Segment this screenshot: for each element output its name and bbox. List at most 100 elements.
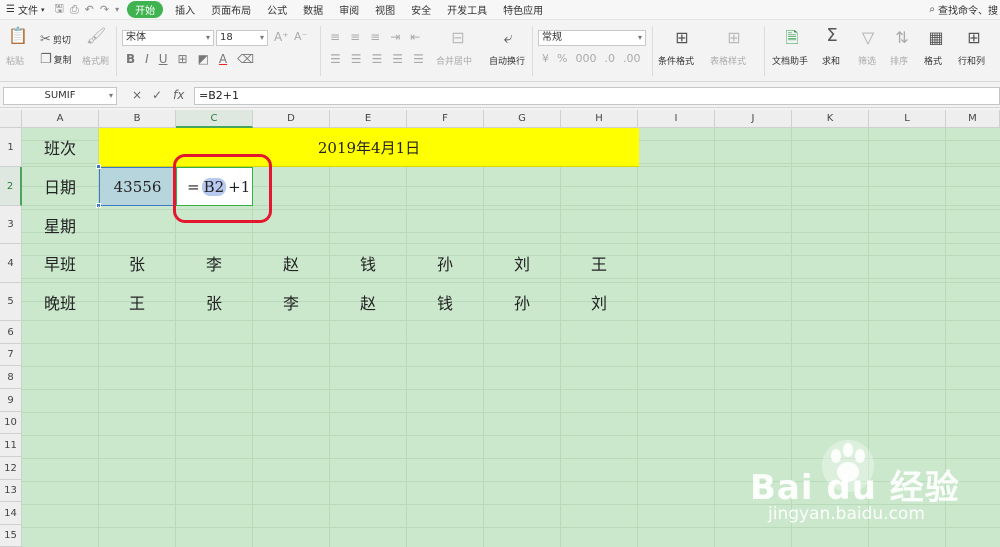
column-header-h[interactable]: H	[561, 110, 638, 128]
cell-c4[interactable]: 李	[176, 244, 253, 283]
merge-center-button[interactable]: 合并居中	[436, 54, 472, 67]
column-header-e[interactable]: E	[330, 110, 407, 128]
tab-home[interactable]: 开始	[127, 1, 164, 18]
column-header-k[interactable]: K	[792, 110, 869, 128]
doc-helper-button[interactable]: 文档助手	[772, 54, 808, 67]
column-header-m[interactable]: M	[946, 110, 1000, 128]
align-right-icon[interactable]: ☰	[372, 52, 383, 66]
sum-button[interactable]: 求和	[822, 54, 840, 67]
tab-special[interactable]: 特色应用	[495, 2, 551, 17]
cell-e5[interactable]: 赵	[330, 283, 407, 321]
row-header-6[interactable]: 6	[0, 321, 22, 344]
cell-f5[interactable]: 钱	[407, 283, 484, 321]
command-search[interactable]: ⌕ 查找命令、搜	[929, 2, 1000, 17]
file-menu[interactable]: ☰ 文件 ▾	[0, 2, 50, 17]
cell-c5[interactable]: 张	[176, 283, 253, 321]
formula-input[interactable]: =B2+1	[194, 87, 1000, 105]
cell-a3[interactable]: 星期	[22, 206, 99, 244]
cell-b4[interactable]: 张	[99, 244, 176, 283]
tab-developer[interactable]: 开发工具	[439, 2, 495, 17]
column-header-d[interactable]: D	[253, 110, 330, 128]
cell-e4[interactable]: 钱	[330, 244, 407, 283]
table-style-button[interactable]: 表格样式	[710, 54, 746, 67]
font-name-select[interactable]: 宋体 ▾	[122, 30, 214, 46]
border-icon[interactable]: ⊞	[178, 52, 188, 66]
cell-d5[interactable]: 李	[253, 283, 330, 321]
number-format-select[interactable]: 常规 ▾	[538, 30, 646, 46]
cell-b2[interactable]: 43556	[99, 167, 176, 206]
cut-button[interactable]: ✂ 剪切	[40, 32, 71, 47]
cancel-icon[interactable]: ×	[132, 88, 142, 102]
copy-button[interactable]: ❐ 复制	[40, 52, 72, 67]
save-icon[interactable]: 🖫	[54, 0, 63, 19]
tab-page-layout[interactable]: 页面布局	[203, 2, 259, 17]
font-size-select[interactable]: 18 ▾	[216, 30, 268, 46]
row-header-13[interactable]: 13	[0, 480, 22, 502]
distribute-icon[interactable]: ☰	[413, 52, 424, 66]
percent-icon[interactable]: %	[557, 52, 567, 65]
row-header-14[interactable]: 14	[0, 502, 22, 525]
italic-icon[interactable]: I	[145, 52, 149, 66]
column-header-j[interactable]: J	[715, 110, 792, 128]
select-all-corner[interactable]	[0, 110, 22, 128]
bold-icon[interactable]: B	[126, 52, 135, 66]
align-top-icon[interactable]: ≡	[330, 30, 340, 44]
row-header-5[interactable]: 5	[0, 283, 22, 321]
chevron-down-icon[interactable]: ▾	[115, 5, 119, 14]
justify-icon[interactable]: ☰	[392, 52, 403, 66]
name-box[interactable]: SUMIF ▾	[3, 87, 117, 105]
align-left-icon[interactable]: ☰	[330, 52, 341, 66]
column-header-c[interactable]: C	[176, 110, 253, 128]
row-header-8[interactable]: 8	[0, 366, 22, 389]
column-header-g[interactable]: G	[484, 110, 561, 128]
tab-view[interactable]: 视图	[367, 2, 403, 17]
filter-button[interactable]: 筛选	[858, 54, 876, 67]
cell-h5[interactable]: 刘	[561, 283, 638, 321]
sort-button[interactable]: 排序	[890, 54, 908, 67]
selection-handle[interactable]	[96, 164, 101, 169]
increase-decimal-icon[interactable]: .0	[604, 52, 615, 65]
cell-f4[interactable]: 孙	[407, 244, 484, 283]
increase-font-icon[interactable]: A⁺	[274, 30, 289, 44]
paste-button[interactable]: 粘贴	[6, 54, 24, 67]
cell-b5[interactable]: 王	[99, 283, 176, 321]
row-header-4[interactable]: 4	[0, 244, 22, 283]
row-header-9[interactable]: 9	[0, 389, 22, 412]
row-header-10[interactable]: 10	[0, 412, 22, 434]
fill-color-icon[interactable]: ◩	[198, 52, 209, 66]
row-header-3[interactable]: 3	[0, 206, 22, 244]
undo-icon[interactable]: ↶	[85, 3, 94, 16]
tab-formulas[interactable]: 公式	[259, 2, 295, 17]
wrap-text-button[interactable]: 自动换行	[489, 54, 525, 67]
row-header-2[interactable]: 2	[0, 167, 22, 206]
redo-icon[interactable]: ↷	[100, 3, 109, 16]
cell-a4[interactable]: 早班	[22, 244, 99, 283]
cell-a2[interactable]: 日期	[22, 167, 99, 206]
conditional-format-button[interactable]: 条件格式	[658, 54, 694, 67]
row-header-7[interactable]: 7	[0, 344, 22, 366]
column-header-f[interactable]: F	[407, 110, 484, 128]
print-icon[interactable]: ⎙	[70, 3, 79, 17]
row-header-12[interactable]: 12	[0, 457, 22, 480]
confirm-icon[interactable]: ✓	[152, 88, 162, 102]
tab-security[interactable]: 安全	[403, 2, 439, 17]
cell-g4[interactable]: 刘	[484, 244, 561, 283]
thousands-icon[interactable]: 000	[575, 52, 596, 65]
format-painter-button[interactable]: 格式刷	[82, 54, 109, 67]
tab-insert[interactable]: 插入	[167, 2, 203, 17]
rows-cols-button[interactable]: 行和列	[958, 54, 985, 67]
decrease-decimal-icon[interactable]: .00	[623, 52, 641, 65]
font-color-icon[interactable]: A	[219, 52, 227, 66]
row-header-11[interactable]: 11	[0, 434, 22, 457]
align-bottom-icon[interactable]: ≡	[370, 30, 380, 44]
align-center-icon[interactable]: ☰	[351, 52, 362, 66]
column-header-a[interactable]: A	[22, 110, 99, 128]
cell-a5[interactable]: 晚班	[22, 283, 99, 321]
cell-d4[interactable]: 赵	[253, 244, 330, 283]
insert-function-icon[interactable]: fx	[173, 88, 184, 102]
currency-icon[interactable]: ¥	[542, 52, 549, 65]
underline-icon[interactable]: U	[159, 52, 168, 66]
decrease-font-icon[interactable]: A⁻	[294, 30, 307, 43]
align-middle-icon[interactable]: ≡	[350, 30, 360, 44]
outdent-icon[interactable]: ⇤	[410, 30, 420, 44]
